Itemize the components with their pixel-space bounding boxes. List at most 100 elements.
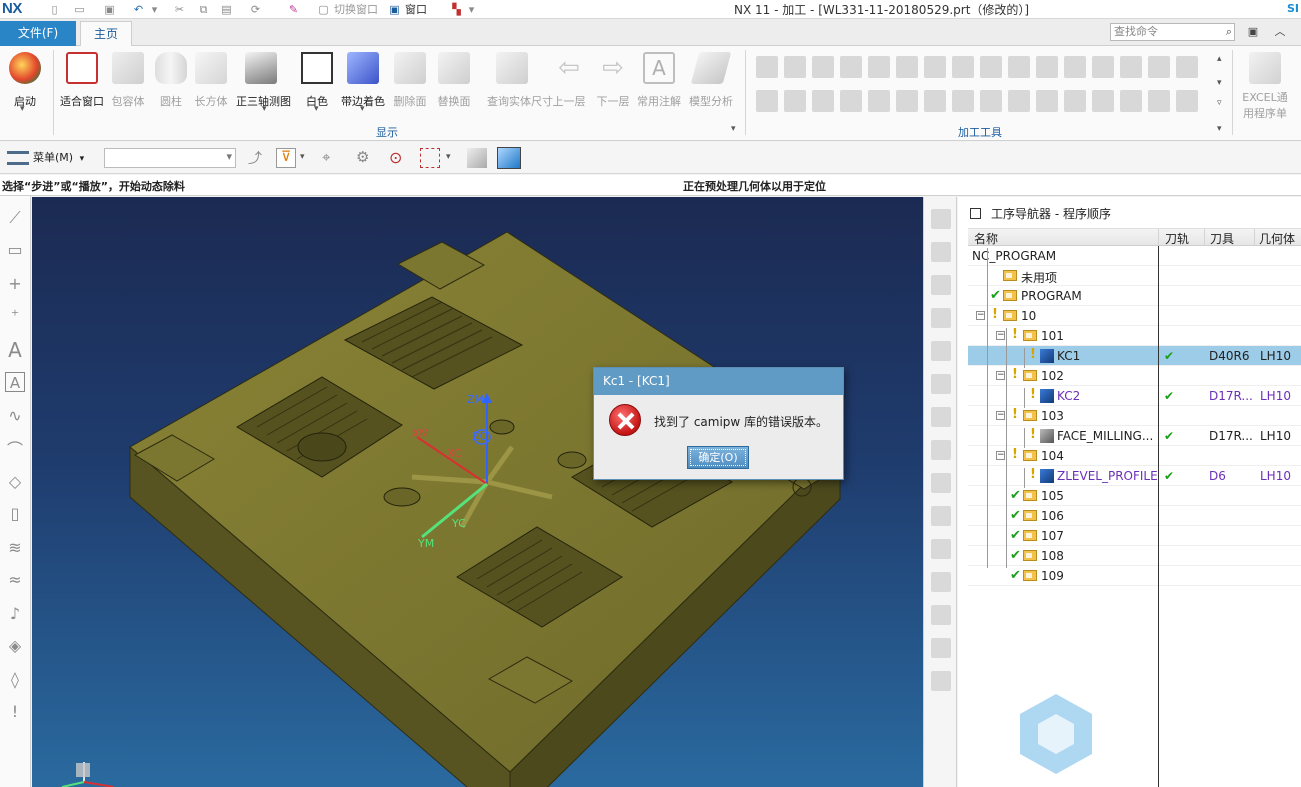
machining-tool-icon[interactable]	[952, 90, 974, 112]
tab-file[interactable]: 文件(F)	[0, 21, 76, 46]
query-solid-size-button[interactable]: 查询实体尺寸	[487, 50, 553, 112]
window-icon[interactable]: ▣	[387, 2, 402, 17]
tab-home[interactable]: 主页	[80, 21, 132, 47]
machining-tool-icon[interactable]	[980, 90, 1002, 112]
machining-tool-icon[interactable]	[1092, 56, 1114, 78]
menu-button[interactable]: 菜单(M) ▾	[5, 147, 84, 169]
collapse-ribbon-icon[interactable]: ︿	[1272, 24, 1288, 40]
rectangle-select-icon[interactable]	[420, 148, 440, 168]
next-layer-button[interactable]: ⇨ 下一层	[588, 50, 638, 112]
replace-face-button[interactable]: 替换面	[429, 50, 479, 112]
crosshair-icon[interactable]: ⌖	[322, 148, 342, 168]
shaded-dropdown-icon[interactable]: ▾	[360, 104, 365, 114]
machining-tool-icon[interactable]	[1008, 90, 1030, 112]
switch-window-icon[interactable]: ▢	[316, 2, 331, 17]
block-button[interactable]: 长方体	[186, 50, 236, 112]
delete-face-button[interactable]: 删除面	[385, 50, 435, 112]
navigator-row[interactable]: −! 101	[968, 326, 1301, 346]
resource-tool-icon[interactable]	[931, 341, 951, 361]
navigator-row[interactable]: ✔ 107	[968, 526, 1301, 546]
rectangle-tool-icon[interactable]: ▭	[5, 240, 25, 260]
white-dropdown-icon[interactable]: ▾	[314, 104, 319, 114]
navigator-row[interactable]: ✔ 109	[968, 566, 1301, 586]
machining-tool-icon[interactable]	[1176, 90, 1198, 112]
navigator-row[interactable]: ! KC1 ✔ D40R6 LH10	[968, 346, 1301, 366]
resource-tool-icon[interactable]	[931, 308, 951, 328]
col-geometry[interactable]: 几何体	[1259, 230, 1295, 247]
dialog-title[interactable]: Kc1 - [KC1]	[594, 368, 843, 395]
collapse-toggle-icon[interactable]: −	[976, 311, 985, 320]
resource-tool-icon[interactable]	[931, 671, 951, 691]
white-background-button[interactable]: 白色	[292, 50, 342, 112]
plus-tool-icon[interactable]: +	[5, 274, 25, 294]
navigator-row[interactable]: NC_PROGRAM	[968, 246, 1301, 266]
new-file-icon[interactable]: ▯	[47, 2, 62, 17]
resource-tool-icon[interactable]	[931, 605, 951, 625]
machining-tool-icon[interactable]	[784, 56, 806, 78]
machining-tool-icon[interactable]	[980, 56, 1002, 78]
navigator-row[interactable]: ✔ 105	[968, 486, 1301, 506]
ok-button[interactable]: 确定(O)	[687, 446, 749, 469]
cut-icon[interactable]: ✂	[172, 2, 187, 17]
select-group-icon[interactable]: ⚙	[356, 148, 376, 168]
machining-tool-icon[interactable]	[812, 56, 834, 78]
machining-tool-icon[interactable]	[1176, 56, 1198, 78]
machining-tool-icon[interactable]	[868, 56, 890, 78]
line-tool-icon[interactable]: ⟋	[5, 208, 25, 228]
common-annotation-button[interactable]: A 常用注解	[634, 50, 684, 112]
undo-icon[interactable]: ↶	[131, 2, 146, 17]
machining-tool-icon[interactable]	[1092, 90, 1114, 112]
resource-tool-icon[interactable]	[931, 638, 951, 658]
points-tool-icon[interactable]: ⁺	[5, 306, 25, 326]
command-search-input[interactable]: 查找命令 ⌕	[1110, 23, 1235, 41]
machining-tool-icon[interactable]	[756, 56, 778, 78]
switch-window-label[interactable]: 切换窗口	[334, 1, 378, 17]
resource-tool-icon[interactable]	[931, 275, 951, 295]
curve-tool-icon[interactable]: ⌒	[5, 440, 25, 460]
machining-tool-icon[interactable]	[756, 90, 778, 112]
window-tile-icon[interactable]: ▚	[449, 2, 464, 17]
machining-tool-icon[interactable]	[840, 90, 862, 112]
alert-tool-icon[interactable]: !	[5, 702, 25, 722]
save-icon[interactable]: ▣	[102, 2, 117, 17]
col-tool[interactable]: 刀具	[1210, 230, 1234, 247]
machining-tool-icon[interactable]	[1120, 90, 1142, 112]
open-file-icon[interactable]: ▭	[72, 2, 87, 17]
resource-tool-icon[interactable]	[931, 209, 951, 229]
collapse-toggle-icon[interactable]: −	[996, 371, 1005, 380]
resource-tool-icon[interactable]	[931, 539, 951, 559]
machining-tool-icon[interactable]	[1036, 56, 1058, 78]
fit-window-button[interactable]: 适合窗口	[57, 50, 107, 112]
navigator-pin-checkbox[interactable]	[970, 208, 981, 219]
point-on-face-icon[interactable]: ⊙	[389, 148, 409, 168]
machining-tool-icon[interactable]	[1064, 90, 1086, 112]
machining-tool-icon[interactable]	[1008, 56, 1030, 78]
filter-icon[interactable]: ⊽	[276, 148, 296, 168]
excel-program-sheet-button[interactable]: EXCEL通 用程序单	[1237, 50, 1293, 120]
model-analysis-button[interactable]: 模型分析	[686, 50, 736, 112]
extrude-tool-icon[interactable]: ▯	[5, 504, 25, 524]
resource-tool-icon[interactable]	[931, 440, 951, 460]
text-tool-icon[interactable]: A	[5, 340, 25, 360]
machining-tool-icon[interactable]	[1148, 56, 1170, 78]
resource-tool-icon[interactable]	[931, 407, 951, 427]
shaded-with-edges-button[interactable]: 带边着色	[338, 50, 388, 112]
trimetric-dropdown-icon[interactable]: ▾	[262, 104, 267, 114]
resource-tool-icon[interactable]	[931, 242, 951, 262]
spline-tool-icon[interactable]: ∿	[5, 406, 25, 426]
machining-tool-icon[interactable]	[924, 56, 946, 78]
snap-icon[interactable]: ⤴	[248, 148, 268, 168]
tools-scroll-down-icon[interactable]: ▾	[1217, 78, 1222, 88]
resource-tool-icon[interactable]	[931, 572, 951, 592]
navigator-row[interactable]: −! 104	[968, 446, 1301, 466]
copy-icon[interactable]: ⧉	[196, 2, 211, 17]
feature-select-icon[interactable]	[467, 148, 487, 168]
assembly-select-icon[interactable]	[497, 147, 521, 169]
resource-tool-icon[interactable]	[931, 374, 951, 394]
quick-access-dropdown-icon[interactable]: ▾	[464, 2, 479, 17]
collapse-toggle-icon[interactable]: −	[996, 411, 1005, 420]
fullscreen-icon[interactable]: ▣	[1245, 24, 1261, 40]
sweep-tool-icon[interactable]: ≋	[5, 538, 25, 558]
search-icon[interactable]: ⌕	[1226, 24, 1232, 40]
machining-tool-icon[interactable]	[896, 90, 918, 112]
